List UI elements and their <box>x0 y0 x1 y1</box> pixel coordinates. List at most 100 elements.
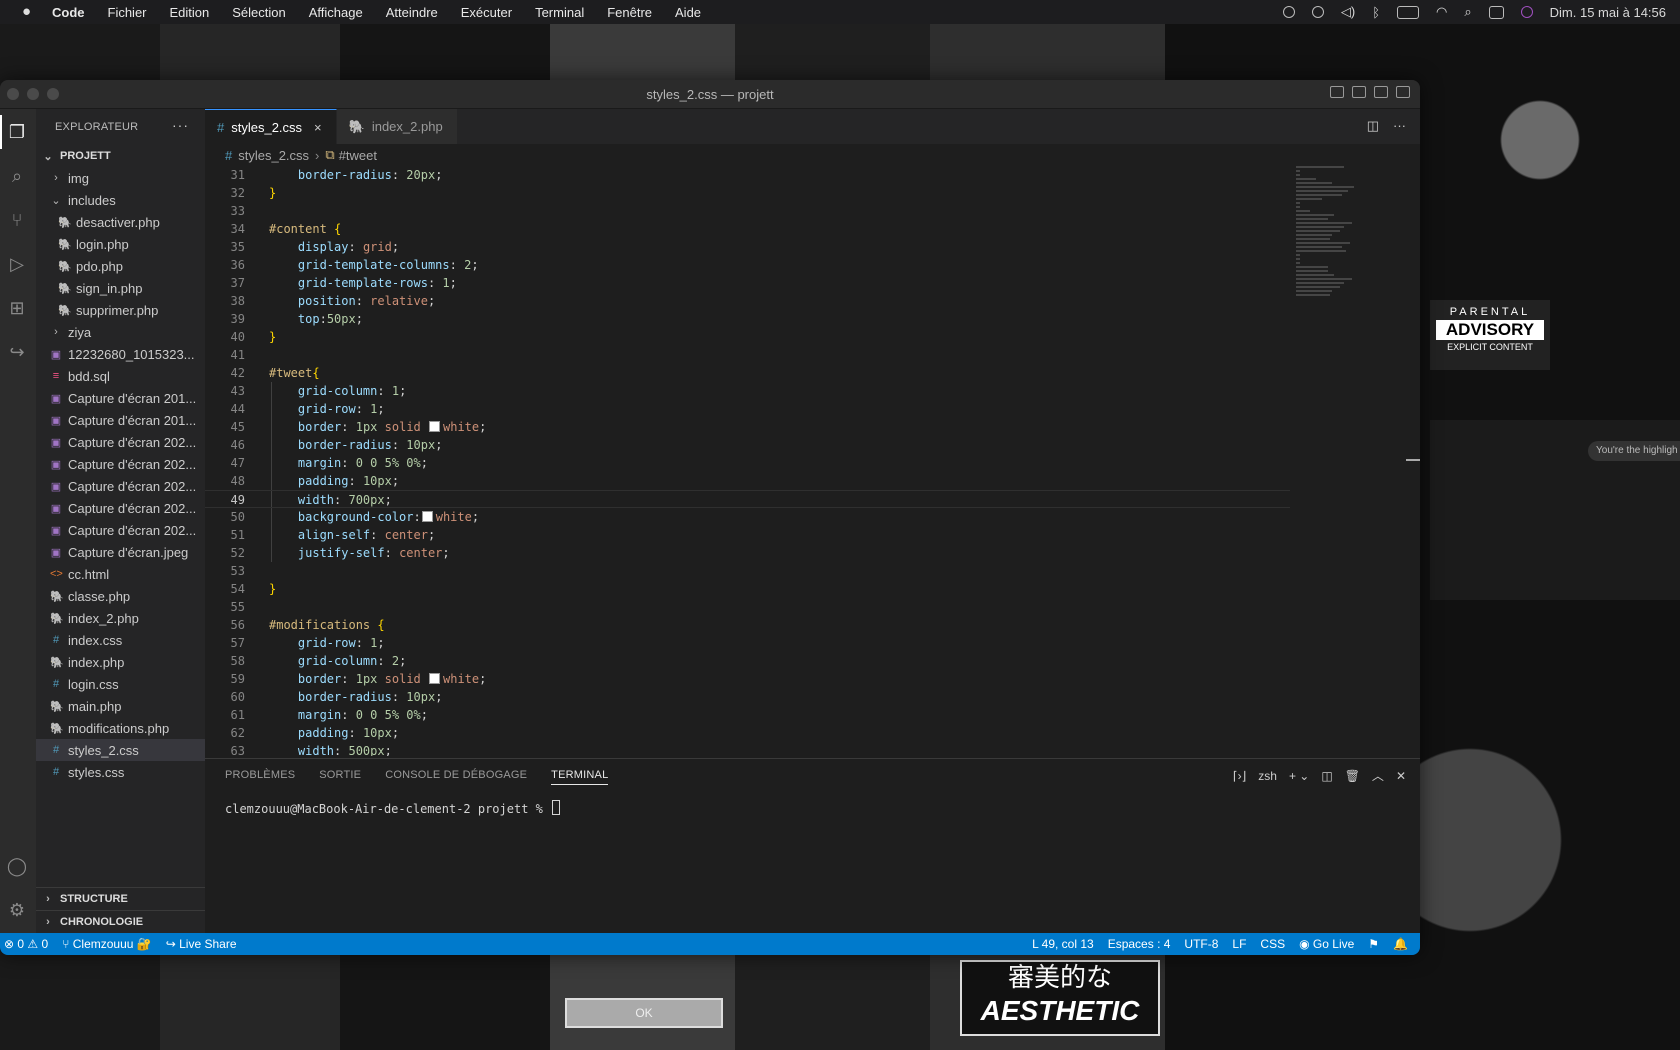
language-mode[interactable]: CSS <box>1260 937 1285 951</box>
go-live-button[interactable]: ◉ Go Live <box>1299 937 1354 951</box>
source-control-icon[interactable]: ⑂ <box>6 209 28 231</box>
code-line[interactable]: 40} <box>205 328 1290 346</box>
more-actions-icon[interactable]: ··· <box>172 117 189 133</box>
file-item[interactable]: ▣ Capture d'écran 202... <box>36 497 205 519</box>
terminal-shell-name[interactable]: zsh <box>1258 769 1277 783</box>
code-line[interactable]: 56 #modifications { <box>205 616 1290 634</box>
live-share-status[interactable]: ↪ Live Share <box>166 937 237 951</box>
file-item[interactable]: # login.css <box>36 673 205 695</box>
code-line[interactable]: 62 padding: 10px; <box>205 724 1290 742</box>
code-line[interactable]: 54} <box>205 580 1290 598</box>
menu-fenetre[interactable]: Fenêtre <box>607 5 652 20</box>
file-item[interactable]: 🐘 classe.php <box>36 585 205 607</box>
file-item[interactable]: # styles.css <box>36 761 205 783</box>
close-tab-icon[interactable]: × <box>314 120 322 135</box>
siri-icon[interactable] <box>1520 6 1533 18</box>
code-line[interactable]: 63 width: 500px; <box>205 742 1290 756</box>
indentation[interactable]: Espaces : 4 <box>1108 937 1171 951</box>
folder-item[interactable]: ⌄ includes <box>36 189 205 211</box>
code-line[interactable]: 36 grid-template-columns: 2; <box>205 256 1290 274</box>
menu-terminal[interactable]: Terminal <box>535 5 584 20</box>
live-share-icon[interactable]: ↪ <box>6 341 28 363</box>
code-line[interactable]: 34 #content { <box>205 220 1290 238</box>
code-line[interactable]: 33 <box>205 202 1290 220</box>
explorer-icon[interactable]: ❐ <box>0 115 28 149</box>
menu-executer[interactable]: Exécuter <box>461 5 512 20</box>
feedback-icon[interactable]: ⚑ <box>1368 937 1379 951</box>
search-icon[interactable]: ⌕ <box>6 165 28 187</box>
run-debug-icon[interactable]: ▷ <box>6 253 28 275</box>
breadcrumb-file[interactable]: styles_2.css <box>238 148 309 163</box>
menu-aide[interactable]: Aide <box>675 5 701 20</box>
code-line[interactable]: 48 padding: 10px; <box>205 472 1290 490</box>
notifications-bell-icon[interactable]: 🔔 <box>1393 937 1408 951</box>
extensions-icon[interactable]: ⊞ <box>6 297 28 319</box>
encoding[interactable]: UTF-8 <box>1184 937 1218 951</box>
file-item[interactable]: ▣ 12232680_1015323... <box>36 343 205 365</box>
settings-gear-icon[interactable]: ⚙ <box>6 899 28 921</box>
file-item[interactable]: 🐘 index_2.php <box>36 607 205 629</box>
code-line[interactable]: 51 align-self: center; <box>205 526 1290 544</box>
bluetooth-icon[interactable]: ᛒ <box>1372 5 1380 20</box>
menu-atteindre[interactable]: Atteindre <box>386 5 438 20</box>
file-item[interactable]: 🐘 sign_in.php <box>36 277 205 299</box>
kill-terminal-icon[interactable]: 🗑 <box>1345 769 1360 783</box>
code-line[interactable]: 47 margin: 0 0 5% 0%; <box>205 454 1290 472</box>
file-item[interactable]: ▣ Capture d'écran 202... <box>36 431 205 453</box>
split-editor-icon[interactable]: ◫ <box>1367 118 1379 134</box>
code-line[interactable]: 57 grid-row: 1; <box>205 634 1290 652</box>
split-terminal-icon[interactable]: ◫ <box>1321 769 1332 783</box>
file-item[interactable]: ≡ bdd.sql <box>36 365 205 387</box>
branch-status[interactable]: ⑂ Clemzouuu 🔐 <box>62 937 152 951</box>
timeline-section[interactable]: › CHRONOLOGIE <box>36 910 205 933</box>
menu-selection[interactable]: Sélection <box>232 5 285 20</box>
file-item[interactable]: 🐘 supprimer.php <box>36 299 205 321</box>
code-line[interactable]: 43 grid-column: 1; <box>205 382 1290 400</box>
file-item[interactable]: # index.css <box>36 629 205 651</box>
menu-affichage[interactable]: Affichage <box>309 5 363 20</box>
toggle-sidebar-icon[interactable] <box>1330 86 1344 98</box>
file-item[interactable]: ▣ Capture d'écran 201... <box>36 387 205 409</box>
file-item[interactable]: ▣ Capture d'écran 201... <box>36 409 205 431</box>
file-item[interactable]: ▣ Capture d'écran 202... <box>36 519 205 541</box>
code-line[interactable]: 60 border-radius: 10px; <box>205 688 1290 706</box>
terminal-output[interactable]: clemzouuu@MacBook-Air-de-clement-2 proje… <box>205 791 1420 825</box>
tab-index-2-php[interactable]: 🐘 index_2.php <box>336 109 458 144</box>
end-of-line[interactable]: LF <box>1232 937 1246 951</box>
code-line[interactable]: 55 <box>205 598 1290 616</box>
zoom-window-button[interactable] <box>47 88 59 100</box>
code-line[interactable]: 52 justify-self: center; <box>205 544 1290 562</box>
tab-output[interactable]: SORTIE <box>319 769 361 781</box>
code-line[interactable]: 50 background-color: white; <box>205 508 1290 526</box>
tab-problems[interactable]: PROBLÈMES <box>225 769 295 781</box>
file-item[interactable]: <> cc.html <box>36 563 205 585</box>
code-line[interactable]: 32} <box>205 184 1290 202</box>
code-line[interactable]: 41 <box>205 346 1290 364</box>
menu-fichier[interactable]: Fichier <box>108 5 147 20</box>
code-line[interactable]: 59 border: 1px solid white; <box>205 670 1290 688</box>
control-center-icon[interactable] <box>1488 5 1504 19</box>
code-line[interactable]: 44 grid-row: 1; <box>205 400 1290 418</box>
cursor-position[interactable]: L 49, col 13 <box>1032 937 1094 951</box>
problems-status[interactable]: ⊗ 0 ⚠ 0 <box>4 937 48 951</box>
breadcrumb-symbol[interactable]: #tweet <box>339 148 377 163</box>
menu-edition[interactable]: Edition <box>170 5 210 20</box>
wifi-icon[interactable]: ◠ <box>1436 4 1447 20</box>
file-item[interactable]: 🐘 desactiver.php <box>36 211 205 233</box>
code-line[interactable]: 35 display: grid; <box>205 238 1290 256</box>
customize-layout-icon[interactable] <box>1396 86 1410 98</box>
battery-icon[interactable] <box>1397 5 1420 19</box>
code-line[interactable]: 45 border: 1px solid white; <box>205 418 1290 436</box>
code-line[interactable]: 37 grid-template-rows: 1; <box>205 274 1290 292</box>
close-window-button[interactable] <box>7 88 19 100</box>
creative-cloud-icon[interactable] <box>1282 6 1295 18</box>
file-item[interactable]: 🐘 main.php <box>36 695 205 717</box>
toggle-secondary-sidebar-icon[interactable] <box>1374 86 1388 98</box>
more-actions-icon[interactable]: ··· <box>1393 118 1406 134</box>
minimize-window-button[interactable] <box>27 88 39 100</box>
folder-item[interactable]: › img <box>36 167 205 189</box>
scrollbar-marker[interactable] <box>1406 459 1420 461</box>
outline-section[interactable]: › STRUCTURE <box>36 887 205 910</box>
accounts-icon[interactable]: ◯ <box>6 855 28 877</box>
tab-terminal[interactable]: TERMINAL <box>551 769 609 785</box>
